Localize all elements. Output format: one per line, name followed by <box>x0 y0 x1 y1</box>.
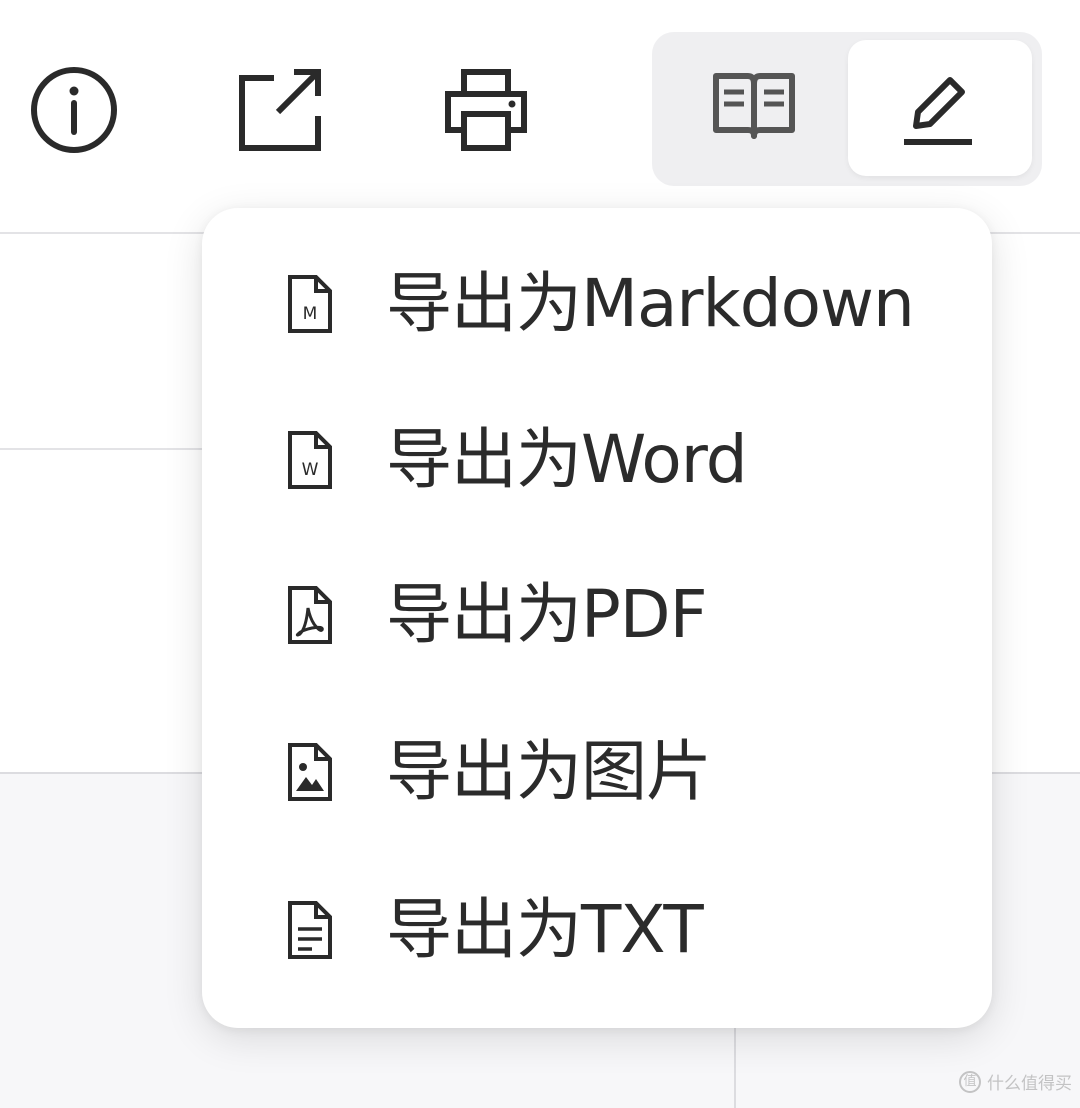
edit-icon-wrap <box>898 68 978 150</box>
watermark-logo: 值 <box>959 1070 981 1093</box>
info-circle-icon <box>31 67 117 153</box>
file-badge: M <box>303 304 318 324</box>
pdf-file-icon <box>284 584 336 646</box>
export-markdown-item[interactable]: M 导出为Markdown <box>202 234 992 374</box>
pencil-icon <box>904 77 972 145</box>
book-open-icon <box>713 73 795 139</box>
edit-mode-button[interactable] <box>848 40 1032 176</box>
menu-item-label: 导出为PDF <box>386 576 708 653</box>
printer-icon <box>445 69 527 151</box>
markdown-file-icon: M <box>284 273 336 335</box>
external-link-icon <box>239 69 321 151</box>
print-button[interactable] <box>440 64 532 156</box>
word-file-icon: W <box>284 429 336 491</box>
menu-item-label: 导出为TXT <box>386 891 704 968</box>
file-badge: W <box>302 460 319 480</box>
export-image-item[interactable]: 导出为图片 <box>202 702 992 842</box>
export-txt-item[interactable]: 导出为TXT <box>202 860 992 1000</box>
watermark-text: 什么值得买 <box>987 1074 1072 1094</box>
menu-item-label: 导出为Markdown <box>386 265 915 342</box>
text-file-icon <box>284 899 336 961</box>
read-mode-button[interactable] <box>708 66 800 146</box>
image-file-icon <box>284 741 336 803</box>
open-external-button[interactable] <box>234 64 326 156</box>
export-word-item[interactable]: W 导出为Word <box>202 390 992 530</box>
content-divider <box>0 448 220 450</box>
menu-item-label: 导出为图片 <box>386 733 712 810</box>
info-button[interactable] <box>28 62 120 158</box>
watermark: 值 什么值得买 <box>959 1069 1072 1094</box>
menu-item-label: 导出为Word <box>386 421 748 498</box>
export-pdf-item[interactable]: 导出为PDF <box>202 545 992 685</box>
view-mode-toggle <box>652 32 1042 186</box>
